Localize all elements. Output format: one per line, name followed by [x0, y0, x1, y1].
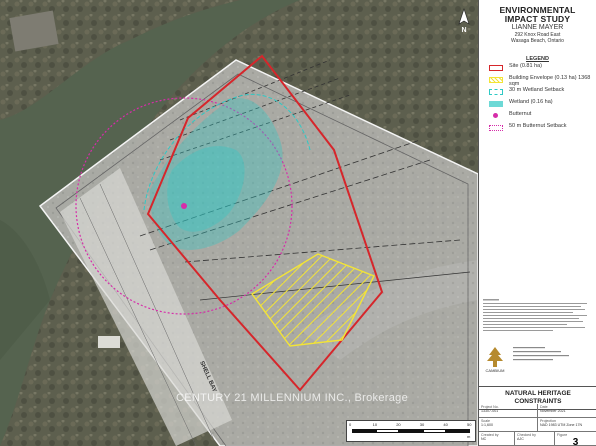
legend-swatch	[489, 125, 503, 131]
legend-label: 50 m Butternut Setback	[509, 123, 567, 129]
legend-item: Butternut	[489, 111, 596, 122]
created-cell: Created by NC	[479, 432, 515, 446]
scale-tick-label: 50	[467, 422, 472, 427]
scale-tick-label: 30	[419, 422, 425, 427]
project-value: 13307-001	[481, 409, 499, 413]
projection-value: NAD 1983 UTM Zone 17N	[540, 423, 583, 427]
tree-logo-icon	[487, 347, 503, 367]
scale-tick-label: 20	[396, 422, 401, 427]
scale-tick-label: 40	[443, 422, 448, 427]
checked-cell: Checked by AJC	[515, 432, 555, 446]
title-line-2: IMPACT STUDY	[504, 14, 571, 24]
legend-item: Wetland (0.16 ha)	[489, 99, 596, 110]
legend-title: LEGEND	[526, 56, 549, 62]
scale-unit: m	[467, 434, 471, 439]
butternut-marker[interactable]	[181, 203, 187, 209]
address-line-2: Wasaga Beach, Ontario	[511, 38, 564, 44]
scale-tick-label: 10	[372, 422, 378, 427]
legend-label: 30 m Wetland Setback	[509, 87, 565, 93]
scale-segment	[422, 429, 447, 433]
legend-label: Building Envelope (0.13 ha) 1368 sqm	[509, 75, 591, 87]
figure-title-line-1: NATURAL HERITAGE	[505, 390, 571, 397]
info-grid: Project No. 13307-001 Date November 2021…	[479, 404, 596, 446]
scale-cell: Scale 1:1,600	[479, 418, 538, 432]
projection-cell: Projection NAD 1983 UTM Zone 17N	[538, 418, 596, 432]
scale-value: 1:1,600	[481, 423, 493, 427]
legend-swatch	[489, 101, 503, 107]
scale-segment	[446, 429, 470, 433]
checked-value: AJC	[517, 437, 524, 441]
legend-label: Site (0.81 ha)	[509, 63, 543, 69]
legend-swatch	[489, 89, 503, 95]
boat	[98, 336, 120, 348]
title-block-panel: ENVIRONMENTAL IMPACT STUDY LIANNE MAYER …	[478, 0, 596, 446]
company-logo-text: CAMBIUM	[485, 368, 505, 373]
created-value: NC	[481, 437, 487, 441]
north-label: N	[461, 27, 466, 34]
office-address-block	[513, 346, 593, 368]
aerial-map[interactable]: SHELL BAY N CENTURY 21 MILLENNIUM INC., …	[0, 0, 478, 446]
legend-swatch	[493, 113, 498, 118]
north-arrow: N	[456, 8, 472, 34]
legend-item: Site (0.81 ha)	[489, 63, 596, 74]
client-name: LIANNE MAYER	[511, 24, 564, 31]
legend-item: 50 m Butternut Setback	[489, 123, 596, 134]
legend-item: Building Envelope (0.13 ha) 1368 sqm	[489, 75, 596, 87]
legend-label: Butternut	[509, 111, 532, 117]
map-canvas: SHELL BAY	[0, 0, 478, 446]
legend-swatch	[489, 65, 503, 71]
figure-number: 3	[572, 437, 579, 446]
notes-block	[483, 298, 593, 338]
project-cell: Project No. 13307-001	[479, 404, 538, 418]
date-value: November 2021	[540, 409, 566, 413]
legend-swatch	[489, 77, 503, 83]
legend-item: 30 m Wetland Setback	[489, 87, 596, 98]
legend: Site (0.81 ha) Building Envelope (0.13 ha…	[479, 63, 596, 134]
scale-segment	[399, 429, 423, 433]
legend-label: Wetland (0.16 ha)	[509, 99, 553, 105]
figure-cell: Figure 3	[555, 432, 596, 446]
scale-segment	[352, 429, 376, 433]
scale-tick-label: 0	[349, 422, 352, 427]
date-cell: Date November 2021	[538, 404, 596, 418]
study-title: ENVIRONMENTAL IMPACT STUDY	[479, 6, 596, 24]
scale-bar: 0 10 20 30 40 50 m	[346, 420, 476, 442]
scale-segment	[375, 429, 400, 433]
watermark: CENTURY 21 MILLENNIUM INC., Brokerage	[176, 392, 408, 404]
